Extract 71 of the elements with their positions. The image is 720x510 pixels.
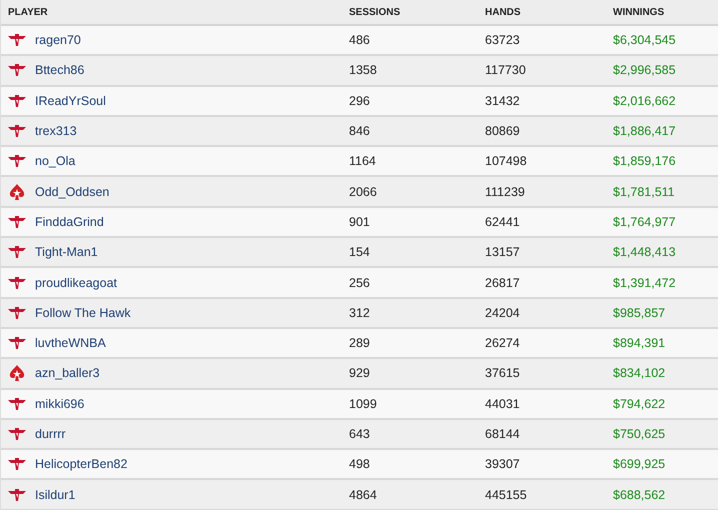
hands-value: 31432 bbox=[485, 94, 520, 108]
sessions-value: 846 bbox=[349, 124, 370, 138]
winnings-value: $1,781,511 bbox=[613, 184, 675, 199]
hands-value: 107498 bbox=[485, 154, 527, 168]
hands-value: 24204 bbox=[485, 306, 520, 320]
sessions-value: 1358 bbox=[349, 63, 377, 78]
wings-logo-icon bbox=[7, 425, 27, 443]
spade-icon bbox=[7, 182, 27, 201]
sessions-value: 486 bbox=[349, 33, 370, 48]
column-header: SESSIONS bbox=[349, 6, 400, 18]
hands-value: 62441 bbox=[485, 214, 520, 229]
sessions-value: 296 bbox=[349, 94, 370, 108]
hands-value: 445155 bbox=[485, 488, 527, 502]
player-name[interactable]: Bttech86 bbox=[35, 63, 84, 78]
sessions-value: 1099 bbox=[349, 396, 377, 411]
winnings-value: $794,622 bbox=[613, 396, 666, 411]
player-name[interactable]: HelicopterBen82 bbox=[35, 457, 128, 472]
sessions-value: 256 bbox=[349, 276, 370, 290]
player-name[interactable]: luvtheWNBA bbox=[35, 336, 106, 350]
hands-value: 117730 bbox=[485, 63, 526, 78]
player-name[interactable]: azn_baller3 bbox=[35, 366, 100, 380]
winnings-value: $894,391 bbox=[613, 336, 666, 350]
hands-value: 26274 bbox=[485, 336, 520, 350]
sessions-value: 643 bbox=[349, 427, 370, 441]
column-header: HANDS bbox=[485, 6, 521, 18]
winnings-value: $985,857 bbox=[613, 306, 666, 320]
hands-value: 13157 bbox=[485, 245, 520, 260]
player-name[interactable]: Isildur1 bbox=[35, 488, 76, 502]
player-name[interactable]: Follow The Hawk bbox=[35, 306, 131, 320]
sessions-value: 901 bbox=[349, 214, 370, 229]
winnings-value: $2,996,585 bbox=[613, 63, 676, 78]
hands-value: 37615 bbox=[485, 366, 520, 380]
hands-value: 68144 bbox=[485, 427, 520, 441]
winnings-value: $750,625 bbox=[613, 427, 666, 441]
winnings-value: $834,102 bbox=[613, 366, 666, 380]
hands-value: 26817 bbox=[485, 276, 520, 290]
player-name[interactable]: FinddaGrind bbox=[35, 214, 104, 229]
winnings-value: $688,562 bbox=[613, 488, 666, 502]
hands-value: 80869 bbox=[485, 124, 520, 138]
player-name[interactable]: no_Ola bbox=[35, 154, 76, 168]
sessions-value: 154 bbox=[349, 245, 370, 260]
player-name[interactable]: ragen70 bbox=[35, 33, 81, 48]
winnings-value: $1,886,417 bbox=[613, 124, 676, 138]
player-name[interactable]: proudlikeagoat bbox=[35, 276, 118, 290]
winnings-value: $1,764,977 bbox=[613, 214, 676, 229]
spade-icon bbox=[7, 364, 27, 382]
player-name[interactable]: trex313 bbox=[35, 124, 77, 138]
sessions-value: 2066 bbox=[349, 184, 377, 199]
column-header: WINNINGS bbox=[613, 6, 664, 18]
player-name[interactable]: Tight-Man1 bbox=[35, 245, 98, 260]
player-name[interactable]: mikki696 bbox=[35, 396, 84, 411]
sessions-value: 4864 bbox=[349, 488, 377, 502]
player-name[interactable]: Odd_Oddsen bbox=[35, 184, 110, 199]
winnings-value: $2,016,662 bbox=[613, 94, 676, 108]
winnings-value: $1,859,176 bbox=[613, 154, 676, 168]
hands-value: 63723 bbox=[485, 33, 520, 48]
hands-value: 44031 bbox=[485, 396, 520, 411]
winnings-value: $1,391,472 bbox=[613, 276, 676, 290]
player-name[interactable]: durrrr bbox=[35, 427, 66, 441]
sessions-value: 312 bbox=[349, 306, 370, 320]
sessions-value: 289 bbox=[349, 336, 370, 350]
sessions-value: 1164 bbox=[349, 154, 376, 168]
winnings-value: $699,925 bbox=[613, 457, 666, 472]
sessions-value: 498 bbox=[349, 457, 370, 472]
hands-value: 39307 bbox=[485, 457, 520, 472]
winnings-value: $6,304,545 bbox=[613, 33, 676, 48]
winnings-value: $1,448,413 bbox=[613, 245, 676, 260]
sessions-value: 929 bbox=[349, 366, 370, 380]
column-header: PLAYER bbox=[8, 6, 48, 18]
hands-value: 111239 bbox=[485, 184, 525, 199]
player-name[interactable]: IReadYrSoul bbox=[35, 94, 106, 108]
